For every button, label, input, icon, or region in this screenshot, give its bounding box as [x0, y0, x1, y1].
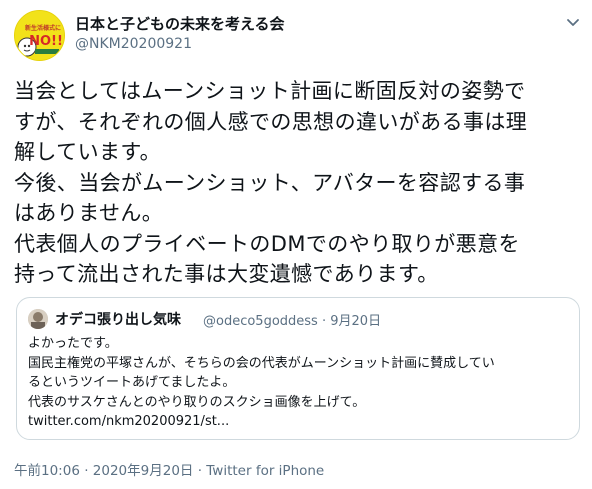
quoted-text: よかったです。 国民主権党の平塚さんが、そちらの会の代表がムーンショット計画に賛…	[28, 334, 573, 432]
avatar-badge-line2: NO!!	[29, 34, 63, 49]
quoted-tweet[interactable]: オデコ張り出し気味 @odeco5goddess · 9月20日 よかったです。…	[16, 297, 580, 440]
quoted-meta-separator: ·	[317, 314, 331, 329]
tweet-date[interactable]: 2020年9月20日	[93, 463, 194, 479]
tweet-footer: 午前10:06 · 2020年9月20日 · Twitter for iPhon…	[14, 459, 324, 479]
quoted-avatar	[28, 309, 48, 329]
author-display-name[interactable]: 日本と子どもの未来を考える会	[75, 13, 285, 34]
quoted-date: 9月20日	[330, 314, 382, 329]
footer-separator-2: ·	[193, 463, 207, 479]
quoted-display-name: オデコ張り出し気味	[55, 312, 181, 328]
avatar-image: 新生活様式に NO!!	[15, 11, 64, 60]
quoted-body: よかったです。 国民主権党の平塚さんが、そちらの会の代表がムーンショット計画に賛…	[28, 336, 495, 410]
avatar-badge-line1: 新生活様式に	[25, 24, 61, 32]
quoted-meta: @odeco5goddess · 9月20日	[203, 310, 381, 329]
quoted-link[interactable]: twitter.com/nkm20200921/st...	[28, 414, 229, 429]
tweet-time[interactable]: 午前10:06	[14, 463, 80, 479]
footer-separator-1: ·	[79, 463, 93, 479]
more-options-button[interactable]	[565, 14, 581, 30]
chevron-down-icon	[567, 19, 579, 26]
author-handle[interactable]: @NKM20200921	[75, 36, 192, 52]
tweet-source[interactable]: Twitter for iPhone	[206, 463, 324, 479]
quoted-avatar-image	[28, 309, 48, 329]
avatar[interactable]: 新生活様式に NO!!	[14, 10, 65, 61]
quoted-handle: @odeco5goddess	[203, 314, 318, 329]
tweet-text: 当会としてはムーンショット計画に断固反対の姿勢で すが、それぞれの個人感での思想…	[14, 79, 528, 286]
